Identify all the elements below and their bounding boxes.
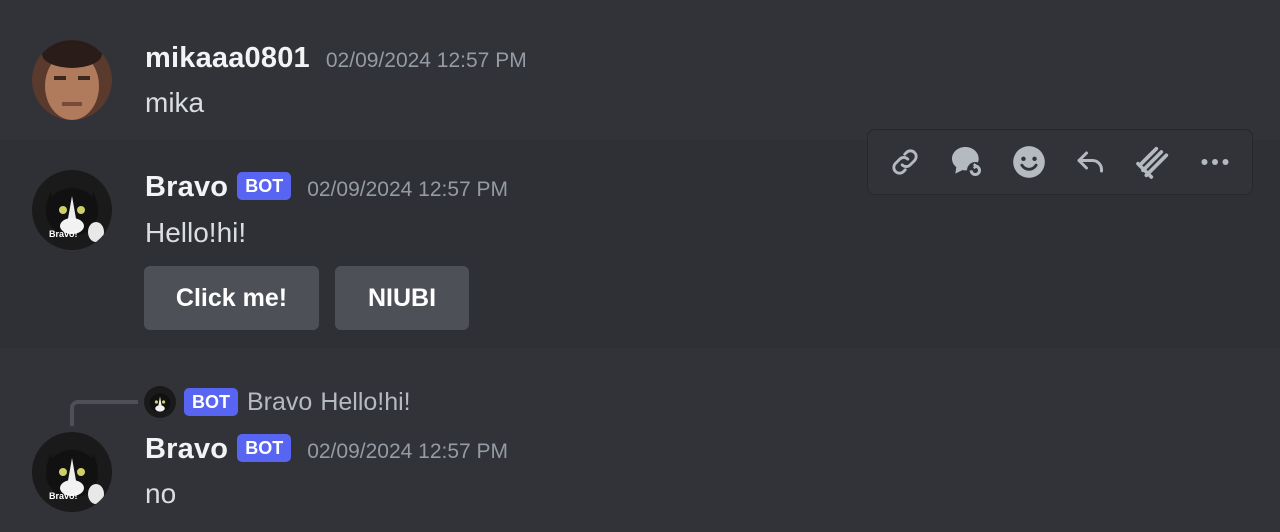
message-content: Hello!hi! [145, 217, 247, 248]
message-mikaaa0801: mikaaa0801 02/09/2024 12:57 PM mika [0, 30, 1280, 140]
add-reaction-icon[interactable] [1005, 138, 1053, 186]
bot-tag: BOT [237, 434, 292, 462]
timestamp[interactable]: 02/09/2024 12:57 PM [307, 440, 508, 464]
bot-tag: BOT [237, 172, 292, 200]
message-header: Bravo BOT 02/09/2024 12:57 PM [145, 433, 508, 466]
click-me-button[interactable]: Click me! [144, 266, 319, 330]
apps-icon[interactable] [1129, 138, 1177, 186]
bot-avatar[interactable]: Bravo! [32, 432, 112, 512]
reply-bot-tag: BOT [184, 388, 238, 416]
message-bravo-reply: Bravo! Bravo BOT 02/09/2024 12:57 PM no [0, 420, 1280, 532]
bot-avatar[interactable]: Bravo! [32, 170, 112, 250]
message-content: no [145, 478, 177, 509]
username[interactable]: Bravo [145, 171, 228, 204]
username[interactable]: mikaaa0801 [145, 42, 310, 75]
chat-messages: mikaaa0801 02/09/2024 12:57 PM mika Brav… [0, 0, 1280, 532]
reply-reference[interactable]: BOT Bravo Hello!hi! [144, 386, 411, 418]
more-icon[interactable] [1191, 138, 1239, 186]
message-buttons: Click me! NIUBI [144, 266, 469, 330]
thread-icon[interactable] [943, 138, 991, 186]
reply-icon[interactable] [1067, 138, 1115, 186]
avatar[interactable] [32, 40, 112, 120]
avatar-caption: Bravo! [49, 491, 78, 501]
username[interactable]: Bravo [145, 433, 228, 466]
timestamp[interactable]: 02/09/2024 12:57 PM [307, 178, 508, 202]
reply-avatar [144, 386, 176, 418]
niubi-button[interactable]: NIUBI [335, 266, 469, 330]
message-content: mika [145, 87, 205, 118]
message-header: Bravo BOT 02/09/2024 12:57 PM [145, 171, 508, 204]
reply-content[interactable]: Hello!hi! [320, 388, 410, 417]
timestamp[interactable]: 02/09/2024 12:57 PM [326, 49, 527, 73]
reply-username[interactable]: Bravo [247, 388, 312, 417]
avatar-caption: Bravo! [49, 229, 78, 239]
message-toolbar [867, 129, 1253, 195]
link-icon[interactable] [881, 138, 929, 186]
message-header: mikaaa0801 02/09/2024 12:57 PM [145, 42, 527, 75]
